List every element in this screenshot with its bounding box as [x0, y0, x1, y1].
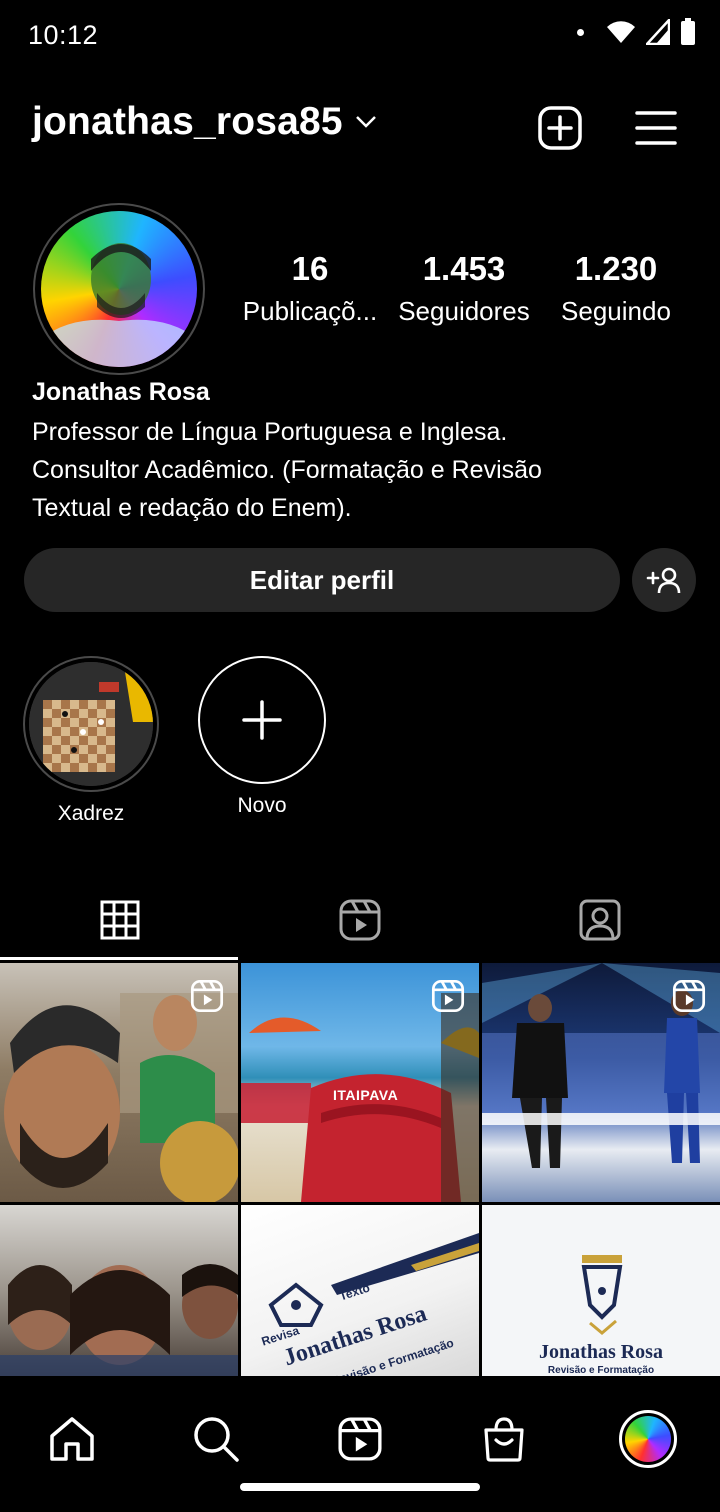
post-thumbnail[interactable]: Revisa Texto Jonathas Rosa Revisão e For…	[241, 1205, 479, 1376]
gesture-home-indicator[interactable]	[240, 1483, 480, 1491]
highlight-ring	[198, 656, 326, 784]
status-time: 10:12	[28, 20, 99, 50]
reel-badge-icon	[431, 979, 465, 1013]
bio-line: Textual e redação do Enem).	[32, 494, 352, 522]
chevron-down-icon	[355, 116, 376, 128]
bio: Professor de Língua Portuguesa e Inglesa…	[32, 413, 672, 527]
edit-profile-button[interactable]: Editar perfil	[24, 548, 620, 612]
stat-followers[interactable]: 1.453 Seguidores	[388, 250, 540, 327]
post-thumbnail[interactable]	[0, 963, 238, 1202]
nav-reels[interactable]	[315, 1394, 405, 1484]
account-switcher[interactable]: jonathas_rosa85	[32, 100, 377, 144]
followers-count: 1.453	[422, 250, 506, 287]
post-thumbnail[interactable]	[0, 1205, 238, 1376]
highlight-xadrez[interactable]: Xadrez	[23, 656, 159, 826]
profile-avatar	[619, 1410, 677, 1468]
signal-icon	[646, 19, 670, 45]
reel-badge-icon	[672, 979, 706, 1013]
nav-home[interactable]	[27, 1394, 117, 1484]
profile-photo	[41, 211, 197, 367]
home-icon	[50, 1417, 94, 1461]
followers-label: Seguidores	[398, 296, 530, 326]
highlight-label: Xadrez	[57, 802, 125, 825]
menu-icon	[635, 111, 677, 145]
username: jonathas_rosa85	[32, 100, 343, 143]
highlight-ring	[23, 656, 159, 792]
posts-count: 16	[291, 250, 329, 287]
profile-avatar[interactable]	[33, 203, 205, 375]
highlight-label: Novo	[237, 794, 287, 817]
grid-icon	[100, 900, 140, 940]
bio-line: Consultor Acadêmico. (Formatação e Revis…	[32, 456, 542, 484]
discover-people-button[interactable]	[632, 548, 696, 612]
post-subcaption: Revisão e Formatação	[547, 1365, 655, 1376]
menu-button[interactable]	[632, 104, 680, 152]
post-thumbnail[interactable]: ITAIPAVA	[241, 963, 479, 1202]
new-post-button[interactable]	[536, 104, 584, 152]
following-label: Seguindo	[561, 296, 671, 326]
nav-shop[interactable]	[459, 1394, 549, 1484]
posts-label: Publicaçõ...	[242, 296, 378, 326]
stat-posts[interactable]: 16 Publicaçõ...	[234, 250, 386, 327]
nav-profile[interactable]	[603, 1394, 693, 1484]
highlight-cover	[29, 662, 153, 786]
tab-reels[interactable]	[240, 880, 480, 960]
reels-icon	[338, 1417, 382, 1461]
nav-search[interactable]	[171, 1394, 261, 1484]
wifi-icon	[607, 21, 635, 43]
profile-tabs	[0, 880, 720, 962]
post-caption: ITAIPAVA	[333, 1087, 399, 1103]
post-thumbnail[interactable]	[482, 963, 720, 1202]
following-count: 1.230	[574, 250, 658, 287]
plus-icon	[242, 700, 282, 740]
bio-line: Professor de Língua Portuguesa e Inglesa…	[32, 418, 508, 446]
tab-posts[interactable]	[0, 880, 240, 960]
tab-tagged[interactable]	[480, 880, 720, 960]
battery-icon	[681, 18, 695, 45]
post-thumbnail[interactable]: Jonathas Rosa Revisão e Formatação	[482, 1205, 720, 1376]
bottom-navigation	[0, 1376, 720, 1512]
new-highlight-button[interactable]: Novo	[198, 656, 326, 818]
tagged-icon	[579, 899, 621, 941]
display-name: Jonathas Rosa	[32, 378, 210, 406]
shop-icon	[484, 1417, 524, 1462]
post-caption: Jonathas Rosa	[539, 1341, 663, 1363]
reels-icon	[339, 899, 381, 941]
notification-dot-icon	[577, 28, 584, 36]
status-icons	[577, 18, 696, 46]
active-tab-indicator	[0, 957, 238, 960]
add-user-icon	[646, 567, 681, 594]
new-post-icon	[538, 106, 582, 150]
reel-badge-icon	[190, 979, 224, 1013]
stat-following[interactable]: 1.230 Seguindo	[540, 250, 692, 327]
search-icon	[194, 1417, 239, 1462]
